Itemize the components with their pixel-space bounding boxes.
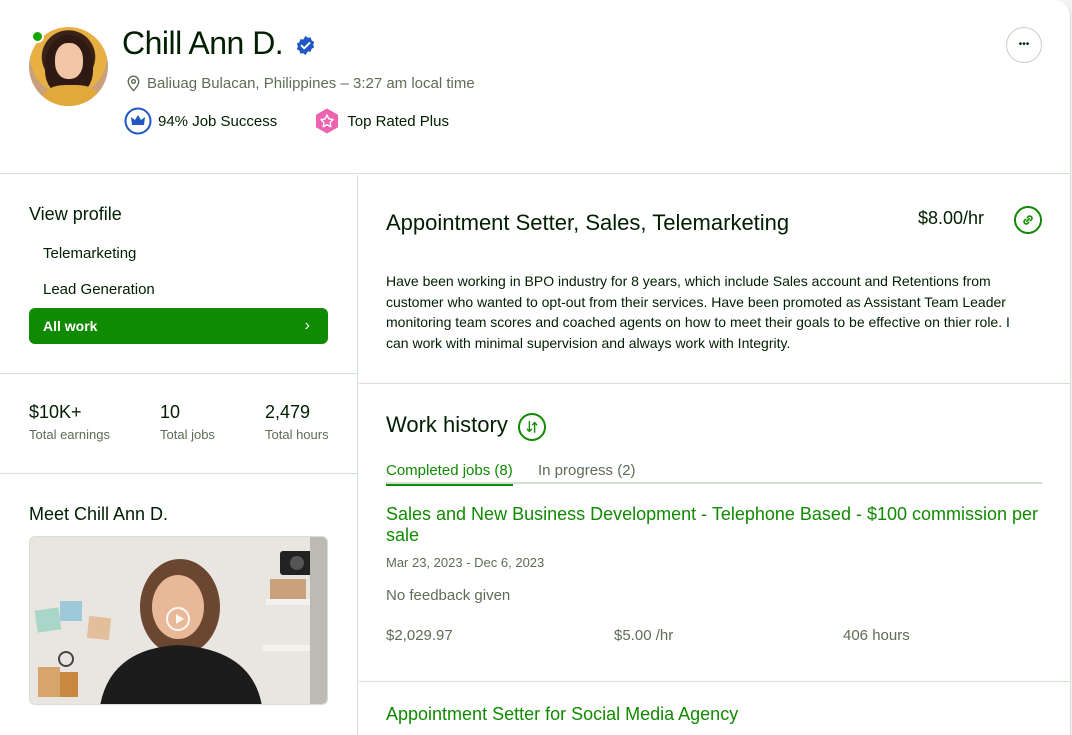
divider [359,681,1070,682]
job-rate: $5.00 /hr [614,627,674,644]
profile-header: Chill Ann D. Baliuag Bulacan, Philippine… [0,0,1070,174]
profile-card: Chill Ann D. Baliuag Bulacan, Philippine… [0,0,1071,735]
top-rated-badge[interactable]: Top Rated Plus [313,107,449,135]
job-earned: $2,029.97 [386,627,453,644]
stat-total-earnings: $10K+ Total earnings [29,402,110,442]
job-dates: Mar 23, 2023 - Dec 6, 2023 [386,555,545,570]
copy-link-button[interactable] [1014,206,1042,234]
work-history-tabs: Completed jobs (8) In progress (2) [386,462,1042,486]
sort-arrows-icon [526,421,538,433]
play-icon[interactable] [166,607,190,631]
left-sidebar: View profile Telemarketing Lead Generati… [0,175,358,735]
tab-completed-jobs[interactable]: Completed jobs (8) [386,462,513,486]
sidebar-item-lead-generation[interactable]: Lead Generation [43,281,155,298]
more-dots-icon: ••• [1018,39,1030,50]
job-success-badge[interactable]: 94% Job Success [124,107,277,135]
main-content: Appointment Setter, Sales, Telemarketing… [359,175,1070,735]
sidebar-item-all-work[interactable]: All work › [29,308,328,344]
stats-section: $10K+ Total earnings 10 Total jobs 2,479… [0,375,357,474]
profile-name: Chill Ann D. [122,25,284,61]
job-feedback: No feedback given [386,587,511,604]
view-profile-heading: View profile [29,204,122,224]
profile-description: Have been working in BPO industry for 8 … [386,273,1010,351]
profile-badges: 94% Job Success Top Rated Plus [124,107,449,135]
sort-button[interactable] [518,413,546,441]
location-pin-icon [127,75,140,92]
job-success-text: 94% Job Success [158,112,278,130]
location-text: Baliuag Bulacan, Philippines – 3:27 am l… [147,75,475,92]
profile-overview-section: Appointment Setter, Sales, Telemarketing… [359,175,1070,384]
job-title-link[interactable]: Appointment Setter for Social Media Agen… [386,704,738,725]
job-title-link[interactable]: Sales and New Business Development - Tel… [386,504,1046,546]
online-status-dot [31,30,44,43]
job-item: Sales and New Business Development - Tel… [386,504,1046,647]
sidebar-item-telemarketing[interactable]: Telemarketing [43,245,136,262]
tab-in-progress[interactable]: In progress (2) [538,462,636,484]
more-options-button[interactable]: ••• [1006,27,1042,63]
work-history-heading: Work history [386,412,508,437]
meet-heading: Meet Chill Ann D. [29,504,169,524]
location-line: Baliuag Bulacan, Philippines – 3:27 am l… [126,75,475,92]
profile-title: Appointment Setter, Sales, Telemarketing [386,210,790,235]
chevron-right-icon: › [304,317,310,334]
job-stats-row: $2,029.97 $5.00 /hr 406 hours [386,627,1046,647]
stat-total-hours: 2,479 Total hours [265,402,329,442]
view-profile-section: View profile Telemarketing Lead Generati… [0,175,357,374]
job-hours: 406 hours [843,627,910,644]
intro-video[interactable] [29,536,328,705]
crown-icon [124,107,152,135]
verified-badge-icon [296,35,315,56]
hourly-rate: $8.00/hr [918,208,985,228]
stat-total-jobs: 10 Total jobs [160,402,215,442]
link-icon [1023,215,1033,225]
top-rated-text: Top Rated Plus [347,112,449,130]
top-rated-plus-icon [316,108,339,134]
all-work-label: All work [43,318,98,334]
